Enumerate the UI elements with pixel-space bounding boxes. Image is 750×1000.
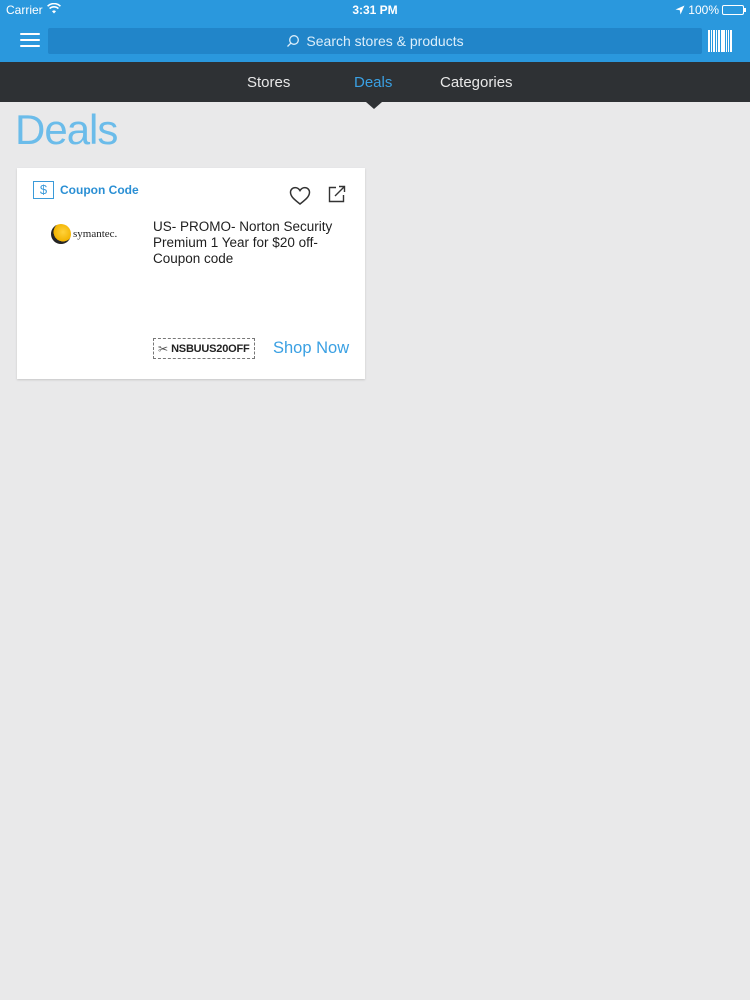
tab-categories[interactable]: Categories [440,62,513,102]
deal-title[interactable]: US- PROMO- Norton Security Premium 1 Yea… [153,219,353,267]
coupon-code-button[interactable]: ✂ NSBUUS20OFF [153,338,255,359]
menu-icon-line [20,45,40,47]
shop-now-link[interactable]: Shop Now [273,339,349,358]
tab-stores[interactable]: Stores [247,62,290,102]
location-arrow-icon [675,5,685,15]
menu-icon-line [20,39,40,41]
scissors-icon: ✂ [158,341,169,356]
coupon-code: NSBUUS20OFF [171,342,250,355]
menu-button[interactable] [14,26,46,54]
search-icon [287,35,300,47]
dollar-icon: $ [33,181,54,199]
status-right: 100% [675,3,746,17]
coupon-type-label: Coupon Code [60,183,139,197]
symantec-logo-icon [51,224,71,244]
store-logo: symantec. [51,224,117,244]
search-placeholder: Search stores & products [306,33,464,49]
active-tab-indicator [366,102,382,109]
store-name: symantec. [73,228,118,240]
tab-deals[interactable]: Deals [354,62,392,102]
tab-bar: Stores Deals Categories [0,62,750,102]
battery-icon [722,5,746,15]
clock: 3:31 PM [352,3,398,17]
battery-percent: 100% [688,3,719,17]
barcode-icon[interactable] [708,30,732,52]
deal-card[interactable]: $ Coupon Code symantec. US- PROMO- Norto… [17,168,365,379]
share-icon[interactable] [327,184,347,204]
coupon-type: $ Coupon Code [33,181,139,199]
status-bar: Carrier 3:31 PM 100% [0,0,750,20]
page-title: Deals [15,106,118,153]
search-input[interactable]: Search stores & products [48,28,702,54]
top-header: Carrier 3:31 PM 100% Search stores & pro… [0,0,750,62]
heart-icon[interactable] [289,186,311,206]
menu-icon-line [20,33,40,35]
